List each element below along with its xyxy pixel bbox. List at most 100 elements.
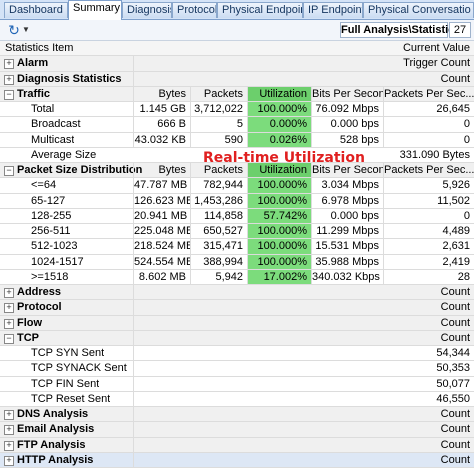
group-label: Address (17, 286, 62, 298)
group-label: Packet Size Distribution (17, 164, 143, 176)
expand-icon[interactable]: + (4, 440, 14, 451)
expand-icon[interactable]: + (4, 410, 14, 420)
tab-summary[interactable]: Summary (68, 0, 122, 20)
cell-packets: 315,471 (190, 239, 247, 254)
column-header-value[interactable]: Current Value (300, 41, 474, 55)
group-row-http[interactable]: + HTTP Analysis Count (0, 452, 474, 468)
row-label: Broadcast (31, 118, 81, 131)
expand-icon[interactable]: + (4, 303, 14, 314)
group-value: Count (133, 437, 474, 452)
expand-icon[interactable]: + (4, 59, 14, 70)
cell-utilization: 100.000% (247, 102, 311, 117)
column-packets: Packets (190, 86, 247, 101)
cell-pps: 26,645 (383, 102, 474, 117)
group-row-email[interactable]: + Email Analysis Count (0, 422, 474, 438)
cell-value: 54,344 (133, 346, 474, 361)
table-row[interactable]: Multicast 43.032 KB 590 0.026% 528 bps 0 (0, 132, 474, 148)
row-label: TCP SYN Sent (31, 347, 105, 359)
statistics-grid: Statistics Item Current Value + Alarm Tr… (0, 41, 474, 468)
cell-bps: 528 bps (311, 132, 383, 147)
cell-value: 50,353 (133, 361, 474, 376)
group-row-alarm[interactable]: + Alarm Trigger Count (0, 56, 474, 72)
cell-utilization: 0.000% (247, 117, 311, 132)
cell-utilization: 57.742% (247, 208, 311, 223)
item-count: 27 (449, 22, 471, 38)
expand-icon[interactable]: + (4, 74, 14, 85)
table-row[interactable]: 65-127 126.623 MB 1,453,286 100.000% 6.978 M… (0, 193, 474, 209)
group-label: Email Analysis (17, 423, 95, 436)
expand-icon[interactable]: + (4, 288, 14, 298)
cell-utilization: 100.000% (247, 193, 311, 208)
cell-packets: 1,453,286 (190, 193, 247, 208)
group-row-traffic[interactable]: − Traffic Bytes Packets Utilization Bits… (0, 86, 474, 102)
group-row-ftp[interactable]: + FTP Analysis Count (0, 437, 474, 453)
tab-ip-endpoint[interactable]: IP Endpoint (303, 2, 363, 18)
table-row[interactable]: 256-511 225.048 MB 650,527 100.000% 11.299 M… (0, 224, 474, 240)
row-label: TCP Reset Sent (31, 392, 111, 405)
column-bytes: Bytes (133, 163, 190, 178)
group-row-diagnosis[interactable]: + Diagnosis Statistics Count (0, 71, 474, 87)
row-label: Multicast (31, 133, 75, 146)
cell-pps: 5,926 (383, 178, 474, 193)
group-value: Count (133, 422, 474, 437)
cell-bps: 0.000 bps (311, 208, 383, 223)
table-row[interactable]: TCP Reset Sent 46,550 (0, 391, 474, 407)
group-row-flow[interactable]: + Flow Count (0, 315, 474, 331)
expand-icon[interactable]: + (4, 425, 14, 436)
cell-packets: 5,942 (190, 269, 247, 284)
group-row-protocol[interactable]: + Protocol Count (0, 300, 474, 316)
breadcrumb: Full Analysis\Statistics (340, 22, 461, 38)
group-value: Count (133, 71, 474, 86)
table-row[interactable]: <=64 47.787 MB 782,944 100.000% 3.034 Mbps 5,… (0, 178, 474, 194)
group-row-address[interactable]: + Address Count (0, 285, 474, 301)
collapse-icon[interactable]: − (4, 166, 14, 176)
cell-pps: 0 (383, 208, 474, 223)
chevron-down-icon[interactable]: ▼ (22, 23, 30, 37)
column-header-item[interactable]: Statistics Item (5, 41, 73, 55)
tab-diagnosis[interactable]: Diagnosis (122, 2, 172, 18)
cell-bps: 6.978 Mbps (311, 193, 383, 208)
cell-pps: 0 (383, 117, 474, 132)
cell-bps: 35.988 Mbps (311, 254, 383, 269)
toolbar: ↻ ▼ Full Analysis\Statistics 27 (0, 20, 474, 41)
table-row[interactable]: TCP FIN Sent 50,077 (0, 376, 474, 392)
table-row[interactable]: >=1518 8.602 MB 5,942 17.002% 340.032 Kbps 28 (0, 269, 474, 285)
expand-icon[interactable]: + (4, 455, 14, 466)
table-row[interactable]: Broadcast 666 B 5 0.000% 0.000 bps 0 (0, 117, 474, 133)
cell-bps: 11.299 Mbps (311, 224, 383, 239)
group-row-tcp[interactable]: − TCP Count (0, 330, 474, 346)
tab-physical-conversation[interactable]: Physical Conversatio (363, 2, 474, 18)
column-bytes: Bytes (133, 86, 190, 101)
expand-icon[interactable]: + (4, 318, 14, 329)
group-label: Alarm (17, 57, 49, 70)
cell-pps: 4,489 (383, 224, 474, 239)
table-row[interactable]: Total 1.145 GB 3,712,022 100.000% 76.092… (0, 102, 474, 118)
tab-strip: Dashboard Summary Diagnosis Protocol Phy… (0, 0, 474, 20)
cell-pps: 2,631 (383, 239, 474, 254)
table-row[interactable]: 512-1023 218.524 MB 315,471 100.000% 15.531 … (0, 239, 474, 255)
collapse-icon[interactable]: − (4, 89, 14, 100)
group-label: FTP Analysis (17, 438, 86, 451)
cell-bytes: 1.145 GB (133, 102, 190, 117)
table-row[interactable]: TCP SYN Sent 54,344 (0, 346, 474, 362)
cell-value: 46,550 (133, 391, 474, 406)
group-value: Count (133, 407, 474, 422)
tab-protocol[interactable]: Protocol (172, 2, 217, 18)
tab-dashboard[interactable]: Dashboard (4, 2, 68, 18)
cell-utilization: 100.000% (247, 239, 311, 254)
refresh-icon[interactable]: ↻ (6, 22, 22, 38)
cell-bps: 15.531 Mbps (311, 239, 383, 254)
cell-bytes: 225.048 MB (133, 224, 190, 239)
row-label: 512-1023 (31, 240, 78, 253)
table-row[interactable]: 1024-1517 524.554 MB 388,994 100.000% 35.988… (0, 254, 474, 270)
cell-bytes: 524.554 MB (133, 254, 190, 269)
group-row-dns[interactable]: + DNS Analysis Count (0, 407, 474, 423)
row-label: 128-255 (31, 209, 72, 222)
collapse-icon[interactable]: − (4, 333, 14, 344)
tab-physical-endpoint[interactable]: Physical Endpoint (217, 2, 303, 18)
table-row[interactable]: 128-255 20.941 MB 114,858 57.742% 0.000 bps 0 (0, 208, 474, 224)
column-pps: Packets Per Sec... (383, 86, 474, 101)
table-row[interactable]: TCP SYNACK Sent 50,353 (0, 361, 474, 377)
cell-bytes: 43.032 KB (133, 132, 190, 147)
group-label: HTTP Analysis (17, 453, 94, 466)
